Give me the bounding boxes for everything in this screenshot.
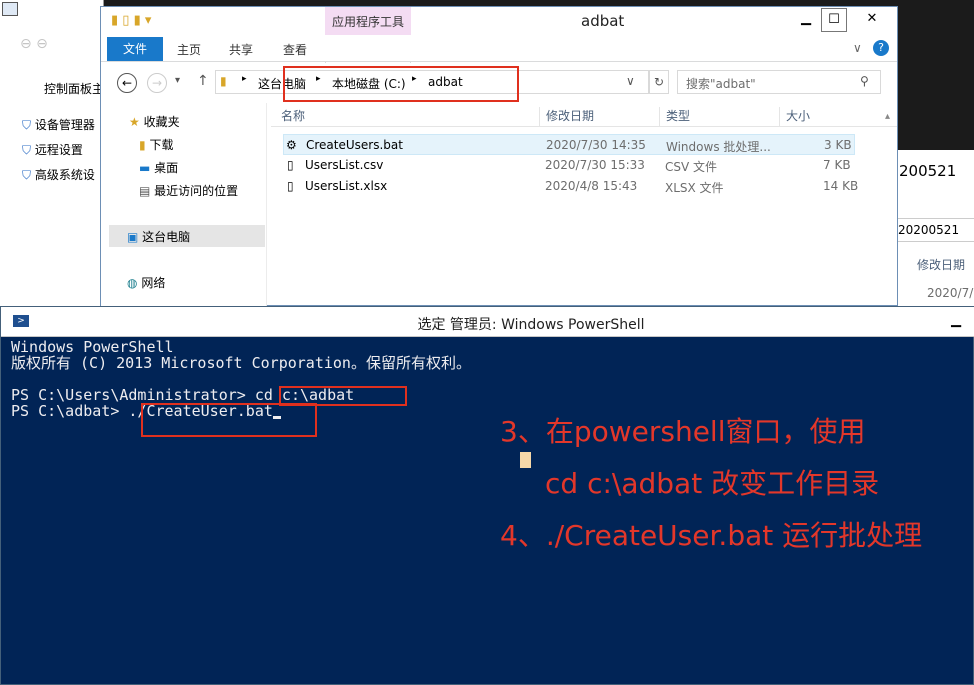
column-size[interactable]: 大小 [779,107,810,127]
cp-nav-buttons[interactable]: ⊖ ⊖ [20,36,48,52]
tab-share[interactable]: 共享 [229,41,253,58]
console-line: Windows PowerShell [11,338,174,356]
ribbon-tabs: 文件 主页 共享 查看 ∨ ? [101,35,897,62]
recent-places-icon: ▤ [139,184,151,198]
desktop-icon: ▬ [139,161,151,175]
help-icon[interactable]: ? [873,40,889,56]
nav-network[interactable]: ◍ 网络 [127,274,165,291]
explorer-window: ▮ ▯ ▮ ▾ adbat ▁ ☐ ✕ 应用程序工具 管理 文件 主页 共享 查… [100,6,898,307]
nav-this-pc[interactable]: ▣ 这台电脑 [109,225,265,247]
minimize-button[interactable]: ▁ [793,8,819,32]
console-line: PS C:\Users\Administrator> cd c:\adbat [11,386,355,404]
bg-window-title: 200521 [899,162,957,180]
annotation-step-3: 3、在powershell窗口，使用 [500,415,866,448]
table-row[interactable]: ▯ UsersList.csv 2020/7/30 15:33 CSV 文件 7… [283,155,855,176]
powershell-titlebar: > 选定 管理员: Windows PowerShell ▁ [1,307,974,337]
bg-window-column[interactable]: 修改日期 [917,256,965,273]
nav-downloads[interactable]: ▮ 下载 [139,136,173,153]
minimize-button[interactable]: ▁ [951,313,961,328]
search-icon[interactable]: ⚲ [860,74,869,88]
column-type[interactable]: 类型 [659,107,690,127]
highlight-run-command [141,403,317,437]
scroll-up-icon[interactable]: ▴ [885,111,890,122]
chevron-down-icon[interactable]: ∨ [853,41,862,55]
table-row[interactable]: ▯ UsersList.xlsx 2020/4/8 15:43 XLSX 文件 … [283,176,858,197]
cp-item-remote[interactable]: ⛉ 远程设置 [22,141,83,158]
cp-breadcrumb[interactable]: 控制面板主 [44,80,104,97]
star-icon: ★ [129,115,140,129]
nav-recent[interactable]: ▤ 最近访问的位置 [139,182,238,199]
tab-file[interactable]: 文件 [107,37,163,61]
bg-window-date: 2020/7/3 [927,286,974,300]
shield-icon: ⛉ [22,118,32,132]
cp-item-advanced[interactable]: ⛉ 高级系统设 [22,166,95,183]
tab-home[interactable]: 主页 [177,41,201,58]
explorer-titlebar: ▮ ▯ ▮ ▾ adbat ▁ ☐ ✕ [101,7,897,35]
column-date[interactable]: 修改日期 [539,107,594,127]
nav-desktop[interactable]: ▬ 桌面 [139,159,178,176]
shield-icon: ⛉ [22,143,32,157]
file-icon: ▯ [287,158,294,172]
column-name[interactable]: 名称 [275,107,305,127]
context-group-label: 应用程序工具 [331,15,404,29]
computer-icon: ▣ [127,230,139,244]
control-panel-window: ⊖ ⊖ 控制面板主 ⛉ 设备管理器 ⛉ 远程设置 ⛉ 高级系统设 [0,0,104,306]
quick-access-toolbar[interactable]: ▮ ▯ ▮ ▾ [111,13,151,28]
refresh-icon[interactable]: ↻ [649,70,669,94]
chevron-right-icon: ▸ [242,74,247,84]
cp-item-device-manager[interactable]: ⛉ 设备管理器 [22,116,95,133]
background-window: 200521 20200521 修改日期 2020/7/3 [890,150,974,306]
column-headers: 名称 修改日期 类型 大小 [271,103,897,127]
shield-icon: ⛉ [22,168,32,182]
search-box[interactable]: 搜索"adbat" ⚲ [677,70,881,94]
highlight-address [283,66,519,102]
network-icon: ◍ [127,276,138,290]
download-folder-icon: ▮ [139,138,146,152]
file-icon: ▯ [287,179,294,193]
annotation-step-3-cmd: cd c:\adbat 改变工作目录 [545,467,880,500]
tab-view[interactable]: 查看 [283,41,307,58]
up-arrow-icon[interactable]: ↑ [197,73,209,89]
maximize-button[interactable]: ☐ [821,8,847,32]
annotation-step-4: 4、./CreateUser.bat 运行批处理 [500,519,923,552]
bat-file-icon: ⚙ [286,138,297,152]
close-button[interactable]: ✕ [849,8,895,32]
nav-favorites[interactable]: ★ 收藏夹 [129,113,180,130]
navigation-pane: ★ 收藏夹 ▮ 下载 ▬ 桌面 ▤ 最近访问的位置 ▣ 这台电脑 ◍ 网络 [101,103,267,307]
chevron-down-icon[interactable]: ∨ [626,74,635,88]
table-row[interactable]: ⚙ CreateUsers.bat 2020/7/30 14:35 Window… [283,134,855,155]
bg-window-field[interactable]: 20200521 [891,218,974,242]
recent-dropdown-icon[interactable]: ▾ [175,75,180,86]
explorer-title: adbat [581,12,625,30]
forward-button[interactable]: → [147,73,167,93]
monitor-icon [2,2,18,16]
ime-cursor [520,452,531,468]
console-line: 版权所有 (C) 2013 Microsoft Corporation。保留所有… [11,354,471,372]
folder-icon: ▮ [220,74,227,88]
powershell-title: 选定 管理员: Windows PowerShell [417,317,645,333]
back-button[interactable]: ← [117,73,137,93]
search-input[interactable]: 搜索"adbat" [686,75,756,92]
